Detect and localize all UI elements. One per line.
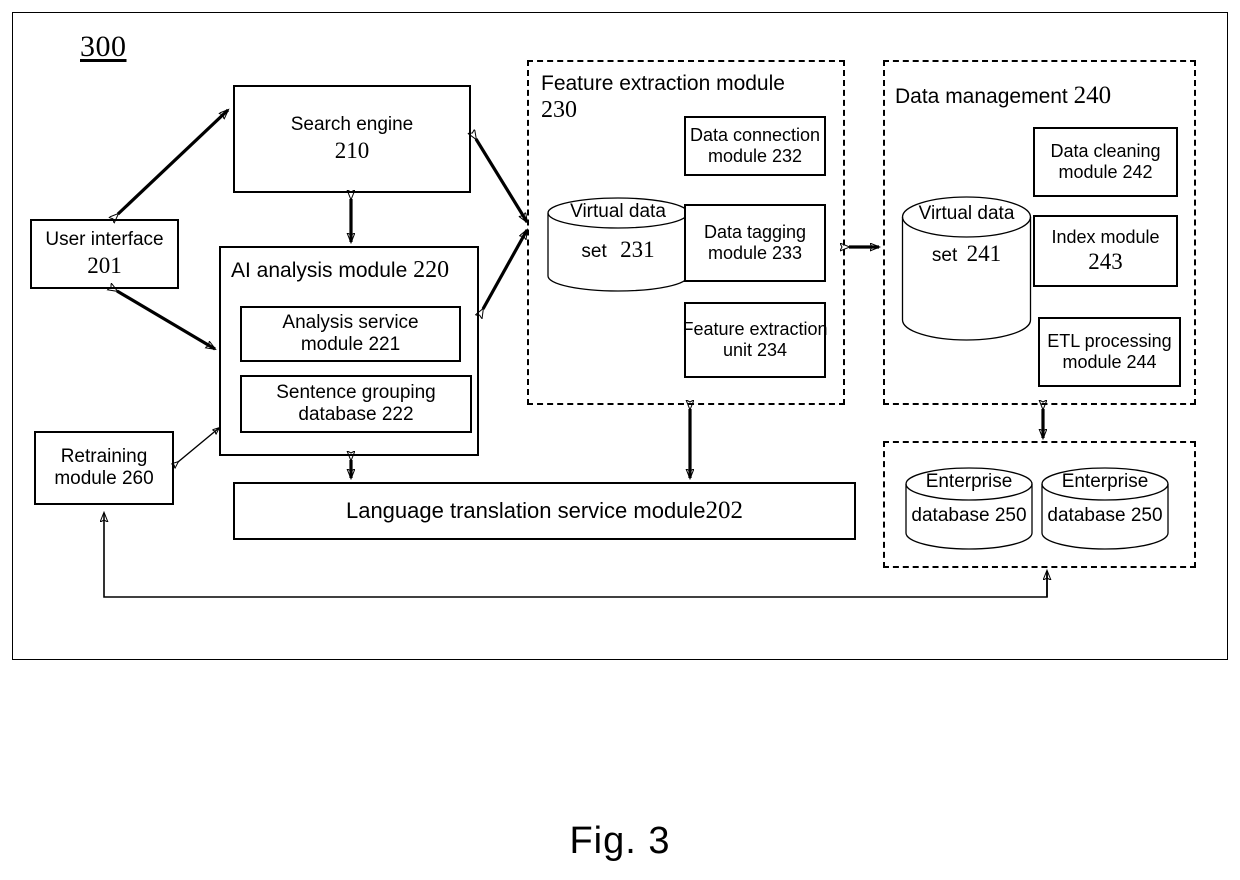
index-module-line2: 243 — [1088, 249, 1123, 275]
user-interface-label: User interface — [45, 229, 164, 251]
analysis-service-line2: module 221 — [300, 334, 401, 355]
etl-processing-line2: module 244 — [1062, 352, 1157, 372]
sentence-grouping-line2: database 222 — [298, 404, 414, 425]
group-feature-extraction-module: Feature extraction module 230 Virtual da… — [527, 60, 845, 405]
data-cleaning-line2: module 242 — [1058, 162, 1153, 182]
sentence-grouping-line1: Sentence grouping — [276, 381, 436, 403]
figure-caption: Fig. 3 — [569, 820, 671, 862]
vds241-number: 241 — [966, 241, 1002, 266]
cylinder-virtual-data-set-231: Virtual data set 231 — [543, 197, 693, 292]
block-feature-extraction-unit[interactable]: Feature extraction unit 234 — [682, 302, 828, 378]
enterprise-db-2-line1: Enterprise — [1061, 471, 1149, 492]
block-language-translation-service[interactable]: Language translation service module 202 — [233, 482, 856, 540]
data-cleaning-line1: Data cleaning — [1050, 140, 1161, 161]
analysis-service-line1: Analysis service — [282, 311, 419, 333]
enterprise-db-1-line1: Enterprise — [925, 471, 1013, 492]
data-management-title: Data management 240 — [895, 82, 1185, 110]
block-index-module[interactable]: Index module 243 — [1033, 215, 1178, 287]
data-connection-line2: module 232 — [707, 146, 803, 166]
group-data-management: Data management 240 Virtual data set 241… — [883, 60, 1196, 405]
enterprise-db-1-line2: database 250 — [911, 505, 1027, 526]
block-retraining-module[interactable]: Retraining module 260 — [34, 431, 174, 505]
block-user-interface[interactable]: User interface 201 — [30, 219, 179, 289]
language-translation-label: Language translation service module — [345, 498, 706, 524]
retraining-label: Retraining — [60, 445, 148, 467]
enterprise-db-2-line2: database 250 — [1047, 505, 1163, 526]
vds241-set-word: set — [931, 245, 958, 266]
block-ai-analysis-module[interactable]: AI analysis module 220 Analysis service … — [219, 246, 479, 456]
ai-analysis-title: AI analysis module 220 — [231, 256, 475, 284]
block-etl-processing-module[interactable]: ETL processing module 244 — [1038, 317, 1181, 387]
cylinder-enterprise-database-2: Enterprise database 250 — [1037, 467, 1173, 551]
etl-processing-line1: ETL processing — [1047, 330, 1172, 351]
group-enterprise-databases: Enterprise database 250 Enterprise datab… — [883, 441, 1196, 568]
virtual-data-set-231-line1: Virtual data — [570, 201, 666, 222]
data-management-number: 240 — [1073, 82, 1112, 109]
ai-analysis-label: AI analysis module — [231, 259, 408, 282]
data-management-label: Data management — [895, 85, 1068, 108]
data-tagging-line2: module 233 — [707, 243, 803, 263]
search-engine-label: Search engine — [290, 114, 414, 136]
vds231-number: 231 — [620, 237, 655, 262]
virtual-data-set-241-line1: Virtual data — [918, 203, 1015, 224]
feature-extraction-label: Feature extraction module — [541, 72, 785, 95]
data-tagging-line1: Data tagging — [703, 221, 807, 242]
retraining-number: module 260 — [54, 468, 154, 489]
user-interface-number: 201 — [87, 252, 122, 278]
language-translation-number: 202 — [705, 497, 744, 525]
virtual-data-set-231-line2: set 231 — [543, 237, 693, 263]
cylinder-enterprise-database-1: Enterprise database 250 — [901, 467, 1037, 551]
feature-extraction-unit-line1: Feature extraction — [682, 318, 828, 339]
block-data-connection-module[interactable]: Data connection module 232 — [684, 116, 826, 176]
ai-analysis-number: 220 — [413, 257, 450, 283]
patent-figure-300: 300 Search engine 210 User interface 201… — [0, 0, 1240, 880]
search-engine-number: 210 — [334, 137, 370, 163]
block-sentence-grouping-database[interactable]: Sentence grouping database 222 — [240, 375, 472, 433]
block-analysis-service-module[interactable]: Analysis service module 221 — [240, 306, 461, 362]
block-data-tagging-module[interactable]: Data tagging module 233 — [684, 204, 826, 282]
block-search-engine[interactable]: Search engine 210 — [233, 85, 471, 193]
vds231-set-word: set — [581, 241, 607, 262]
feature-extraction-unit-line2: unit 234 — [722, 340, 788, 360]
virtual-data-set-241-line2: set 241 — [897, 241, 1036, 267]
block-data-cleaning-module[interactable]: Data cleaning module 242 — [1033, 127, 1178, 197]
figure-number-label: 300 — [80, 30, 127, 63]
data-connection-line1: Data connection — [689, 124, 821, 145]
cylinder-virtual-data-set-241: Virtual data set 241 — [897, 195, 1036, 345]
index-module-line1: Index module — [1051, 226, 1160, 247]
